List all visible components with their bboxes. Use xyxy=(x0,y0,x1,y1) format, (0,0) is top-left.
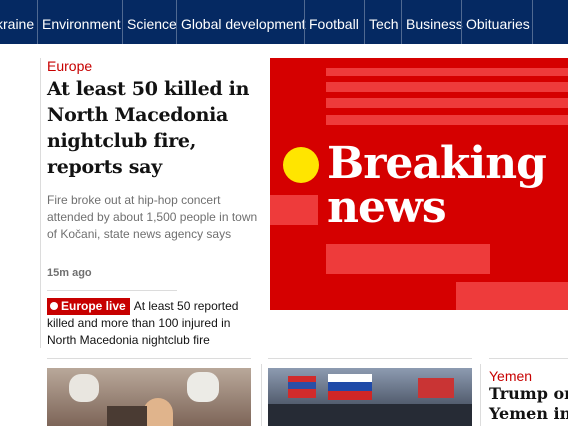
flag-shape xyxy=(288,382,316,389)
timestamp: 15m ago xyxy=(47,267,92,279)
lead-standfirst: Fire broke out at hip-hop concert attend… xyxy=(47,193,258,241)
nav-divider xyxy=(122,0,123,44)
stripe xyxy=(326,244,490,274)
top-navigation: kraine Environment Science Global develo… xyxy=(0,0,568,44)
breaking-title-line1: Breaking xyxy=(327,138,547,189)
face-shape xyxy=(143,398,173,426)
nav-divider xyxy=(364,0,365,44)
nav-divider xyxy=(176,0,177,44)
live-dot-icon xyxy=(50,302,58,310)
story-photo-protest[interactable] xyxy=(268,368,472,426)
stripe xyxy=(326,68,568,76)
section-kicker[interactable]: Europe xyxy=(47,58,92,74)
nav-item-ukraine[interactable]: kraine xyxy=(0,16,34,32)
stripe xyxy=(326,98,568,108)
story-photo-boxing[interactable] xyxy=(47,368,251,426)
boxing-glove-icon xyxy=(69,374,99,402)
story-headline[interactable]: Trump orde Yemen in w xyxy=(489,384,568,424)
nav-item-business[interactable]: Business xyxy=(406,16,463,32)
live-sublink[interactable]: Europe live At least 50 reported killed a… xyxy=(47,298,262,349)
flag-shape xyxy=(328,382,372,391)
live-badge: Europe live xyxy=(47,298,130,315)
nav-divider xyxy=(401,0,402,44)
headline-line: Trump orde xyxy=(489,384,568,403)
column-divider xyxy=(480,364,481,426)
boxing-glove-icon xyxy=(187,372,219,402)
stripe xyxy=(270,195,318,225)
stripe xyxy=(326,82,568,92)
breaking-dot-icon xyxy=(283,147,319,183)
headline-line: Yemen in w xyxy=(489,404,568,423)
nav-divider xyxy=(461,0,462,44)
column-divider xyxy=(40,58,41,348)
breaking-news-image[interactable]: Breaking news xyxy=(270,58,568,310)
flag-shape xyxy=(328,391,372,400)
nav-item-tech[interactable]: Tech xyxy=(369,16,399,32)
nav-item-science[interactable]: Science xyxy=(127,16,177,32)
divider xyxy=(47,290,177,291)
divider xyxy=(489,358,568,359)
nav-item-obituaries[interactable]: Obituaries xyxy=(466,16,530,32)
live-badge-label: Europe live xyxy=(61,299,126,313)
nav-divider xyxy=(37,0,38,44)
divider xyxy=(268,358,472,359)
flag-shape xyxy=(418,378,454,398)
divider xyxy=(47,358,251,359)
clothing-shape xyxy=(107,406,147,426)
section-kicker[interactable]: Yemen xyxy=(489,368,532,384)
nav-divider xyxy=(532,0,533,44)
column-divider xyxy=(261,364,262,426)
stripe xyxy=(326,115,568,125)
nav-item-environment[interactable]: Environment xyxy=(42,16,121,32)
breaking-title-line2: news xyxy=(327,182,447,233)
nav-divider xyxy=(304,0,305,44)
stripe xyxy=(456,282,568,310)
nav-item-global-development[interactable]: Global development xyxy=(181,16,306,32)
lead-headline[interactable]: At least 50 killed in North Macedonia ni… xyxy=(47,76,269,180)
nav-item-football[interactable]: Football xyxy=(309,16,359,32)
crowd-shape xyxy=(268,404,472,426)
